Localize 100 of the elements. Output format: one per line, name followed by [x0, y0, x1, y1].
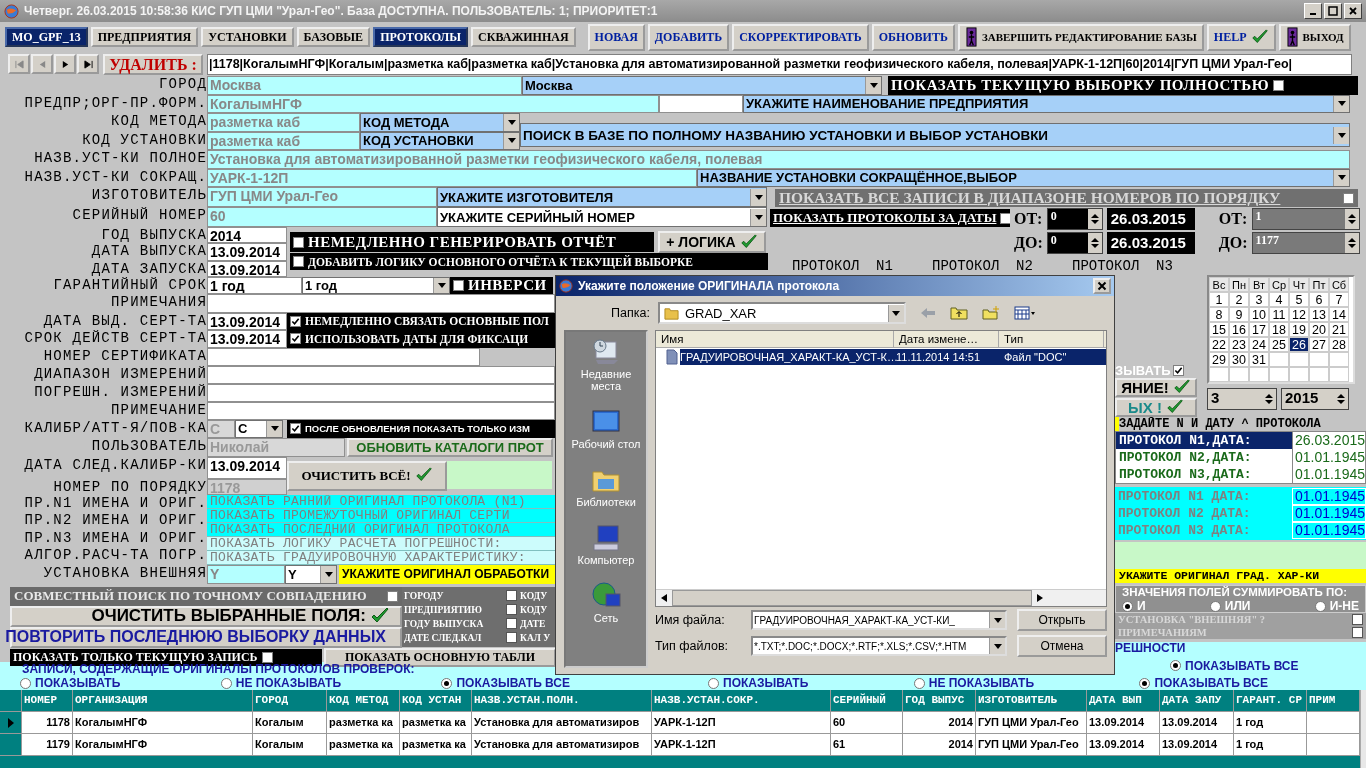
input-field[interactable] [207, 294, 555, 313]
radio-button[interactable]: ПОКАЗЫВАТЬ [708, 676, 809, 690]
checkbox[interactable] [1273, 79, 1285, 91]
spin-field[interactable]: 0 [1046, 208, 1103, 230]
calendar-day[interactable]: 15 [1209, 322, 1229, 337]
calendar-day[interactable]: 20 [1309, 322, 1329, 337]
calendar-day[interactable]: 14 [1329, 307, 1349, 322]
open-button[interactable]: Открыть [1017, 609, 1107, 631]
radio-button[interactable]: НЕ ПОКАЗЫВАТЬ [913, 676, 1035, 690]
left-arrow-icon[interactable] [661, 594, 667, 602]
column-header[interactable]: НАЗВ.УСТАН.СОКР. [652, 690, 831, 711]
column-header[interactable]: Тип [999, 331, 1104, 347]
folder-up-icon[interactable] [949, 306, 968, 320]
radio-dot[interactable] [441, 677, 453, 689]
radio-dot[interactable] [708, 677, 719, 689]
calendar-day[interactable]: 16 [1229, 322, 1249, 337]
date-field[interactable]: 01.01.1945 [1291, 449, 1365, 466]
checkbox[interactable] [1343, 192, 1354, 204]
place-item[interactable]: Библиотеки [567, 464, 645, 508]
nav-button[interactable] [54, 54, 76, 74]
calendar-day[interactable]: 31 [1249, 352, 1269, 367]
right-arrow-icon[interactable] [1037, 594, 1043, 602]
calendar-day[interactable]: 8 [1209, 307, 1229, 322]
toolbar-button[interactable]: ОБНОВИТЬ [871, 23, 955, 51]
toolbar-button[interactable]: ЗАВЕРШИТЬ РЕДАКТИРОВАНИЕ БАЗЫ [957, 23, 1204, 51]
input-field[interactable] [207, 366, 555, 384]
input-field[interactable]: 13.09.2014 [207, 243, 287, 261]
dropdown[interactable]: ПОИСК В БАЗЕ ПО ПОЛНОМУ НАЗВАНИЮ УСТАНОВКИ И ВЫБОР УСТАНОВКИ [520, 123, 1350, 147]
spin-field[interactable]: 1 [1251, 208, 1360, 230]
date-field[interactable]: 01.01.1945 [1291, 505, 1366, 522]
checkbox[interactable] [261, 651, 273, 663]
radio-dot[interactable] [220, 677, 232, 689]
column-header[interactable]: ДАТА ВЫП [1087, 690, 1160, 711]
checkbox[interactable] [453, 279, 464, 291]
maximize-button[interactable] [1324, 3, 1342, 19]
checkbox[interactable] [506, 590, 517, 601]
calendar-day[interactable]: 30 [1229, 352, 1249, 367]
calendar-day[interactable]: 4 [1269, 292, 1289, 307]
input-field[interactable]: 2014 [207, 227, 287, 243]
radio-dot[interactable] [20, 677, 31, 689]
calendar-day[interactable]: 19 [1289, 322, 1309, 337]
place-item[interactable]: Компьютер [567, 522, 645, 566]
checkbox[interactable] [1000, 212, 1010, 224]
column-header[interactable]: Имя [656, 331, 894, 347]
spin-field[interactable]: 1177 [1251, 232, 1360, 254]
calendar-day[interactable]: 17 [1249, 322, 1269, 337]
clear-all-button[interactable]: ОЧИСТИТЬ ВСЁ! [287, 460, 447, 491]
dropdown[interactable]: УКАЖИТЕ ИЗГОТОВИТЕЛЯ [437, 187, 767, 207]
filetype-dropdown[interactable]: *.TXT;*.DOC;*.DOCX;*.RTF;*.XLS;*.CSV;*.HTM [751, 636, 1007, 656]
toolbar-button[interactable]: ВЫХОД [1278, 23, 1351, 51]
column-header[interactable]: ГОРОД [253, 690, 327, 711]
dropdown[interactable]: УКАЖИТЕ СЕРИЙНЫЙ НОМЕР [437, 207, 767, 227]
checkbox[interactable] [293, 256, 304, 267]
checkbox[interactable] [293, 236, 304, 248]
spin-field[interactable]: 3 [1207, 388, 1277, 410]
calendar-day[interactable]: 2 [1229, 292, 1249, 307]
dropdown[interactable]: КОД МЕТОДА [360, 113, 520, 132]
checkbox[interactable] [506, 618, 517, 629]
clear-selected-button[interactable]: ОЧИСТИТЬ ВЫБРАННЫЕ ПОЛЯ: [10, 605, 402, 627]
date-field[interactable]: 01.01.1945 [1291, 466, 1365, 483]
checkbox[interactable] [1352, 627, 1363, 638]
column-header[interactable]: КОД УСТАН [400, 690, 472, 711]
tab[interactable]: БАЗОВЫЕ [296, 27, 371, 47]
date-field[interactable]: 01.01.1945 [1291, 488, 1366, 505]
calendar-day[interactable]: 10 [1249, 307, 1269, 322]
tab[interactable]: СКВАЖИННАЯ [471, 27, 576, 47]
toolbar-button[interactable]: НОВАЯ [587, 23, 645, 51]
column-header[interactable]: ИЗГОТОВИТЕЛЬ [976, 690, 1087, 711]
partial-button[interactable]: ЯНИЕ! [1115, 378, 1197, 397]
delete-button[interactable]: УДАЛИТЬ : [103, 53, 203, 75]
calendar-day[interactable]: 9 [1229, 307, 1249, 322]
input-field[interactable]: 13.09.2014 [207, 330, 287, 348]
checkbox[interactable] [1172, 364, 1184, 376]
calendar-day[interactable]: 6 [1309, 292, 1329, 307]
toolbar-button[interactable]: ДОБАВИТЬ [647, 23, 730, 51]
cancel-button[interactable]: Отмена [1017, 635, 1107, 657]
radio-dot[interactable] [1122, 600, 1133, 612]
toolbar-button[interactable]: HELP [1206, 23, 1276, 51]
input-field[interactable] [207, 402, 555, 420]
calendar-day[interactable]: 22 [1209, 337, 1229, 352]
calendar-day[interactable]: 29 [1209, 352, 1229, 367]
dropdown[interactable]: 1 год [302, 276, 450, 294]
calendar-day[interactable]: 25 [1269, 337, 1289, 352]
checkbox[interactable] [290, 423, 301, 435]
protocol-date-label[interactable]: ПРОТОКОЛ N3,ДАТА: [1116, 466, 1292, 483]
input-field[interactable]: 13.09.2014 [207, 456, 287, 479]
date-field[interactable]: 01.01.1945 [1291, 522, 1366, 539]
column-header[interactable]: НОМЕР [22, 690, 73, 711]
radio-dot[interactable] [1209, 600, 1221, 612]
protocol-date-label[interactable]: ПРОТОКОЛ N2,ДАТА: [1116, 449, 1292, 466]
radio-dot[interactable] [1314, 600, 1326, 612]
column-header[interactable]: ГОД ВЫПУС [903, 690, 976, 711]
file-row[interactable]: ГРАДУИРОВОЧНАЯ_ХАРАКТ-КА_УСТ-К…11.11.2014 14:51 Файл "DOC" [680, 349, 1106, 365]
radio-dot[interactable] [1139, 677, 1151, 689]
column-header[interactable]: ДАТА ЗАПУ [1160, 690, 1234, 711]
date-field[interactable]: 26.03.2015 [1106, 232, 1195, 254]
column-header[interactable]: ГАРАНТ. СР [1234, 690, 1307, 711]
calendar-day[interactable]: 24 [1249, 337, 1269, 352]
tab[interactable]: ПРОТОКОЛЫ [373, 27, 469, 47]
place-item[interactable]: Сеть [567, 580, 645, 624]
